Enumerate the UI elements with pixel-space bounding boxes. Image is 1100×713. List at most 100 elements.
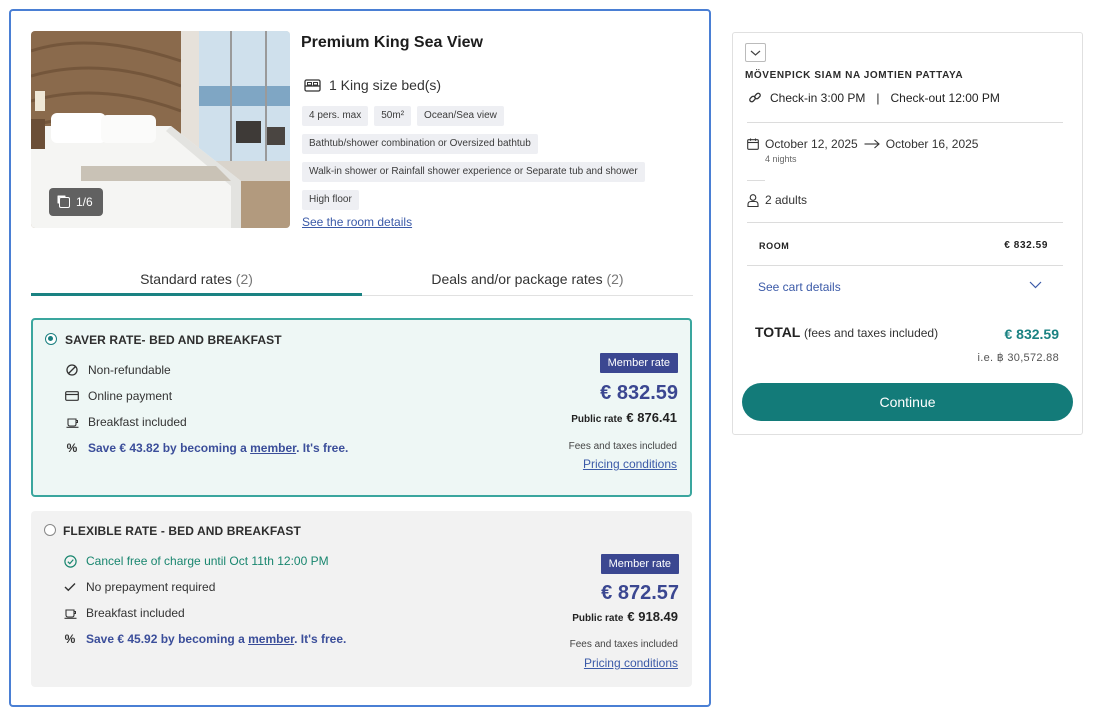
member-savings: % Save € 43.82 by becoming a member. It'… xyxy=(65,441,349,455)
amenity-tag: Walk-in shower or Rainfall shower experi… xyxy=(302,162,645,182)
amenity-tag: 50m² xyxy=(374,106,412,126)
savings-suffix: . It's free. xyxy=(294,632,347,646)
tab-label: Deals and/or package rates xyxy=(431,271,603,287)
member-link[interactable]: member xyxy=(250,441,296,455)
date-to: October 16, 2025 xyxy=(885,137,979,151)
time-separator: | xyxy=(876,91,880,105)
rate-feature: No prepayment required xyxy=(63,580,215,594)
rate-name: FLEXIBLE RATE - BED AND BREAKFAST xyxy=(63,524,301,538)
public-rate-price: € 876.41 xyxy=(626,410,677,425)
calendar-icon xyxy=(747,138,759,150)
member-link[interactable]: member xyxy=(248,632,294,646)
member-rate-badge: Member rate xyxy=(599,353,678,373)
continue-button[interactable]: Continue xyxy=(742,383,1073,421)
rate-radio[interactable] xyxy=(45,333,57,345)
total-label: TOTAL (fees and taxes included) xyxy=(755,324,938,340)
gallery-icon xyxy=(59,196,70,208)
adults-label: 2 adults xyxy=(765,193,808,207)
percent-icon: % xyxy=(64,632,76,646)
breakfast-icon xyxy=(65,415,79,429)
total-local-currency: i.e. ฿ 30,572.88 xyxy=(977,352,1059,364)
public-rate: Public rate € 876.41 xyxy=(571,410,677,425)
total-note: (fees and taxes included) xyxy=(804,326,939,340)
rate-name: SAVER RATE- BED AND BREAKFAST xyxy=(65,333,282,347)
rate-feature: Breakfast included xyxy=(63,606,185,620)
amenity-tag: Bathtub/shower combination or Oversized … xyxy=(302,134,538,154)
savings-suffix: . It's free. xyxy=(296,441,349,455)
link-icon xyxy=(749,92,761,103)
guest-count[interactable]: 2 adults xyxy=(747,193,807,207)
public-rate-label: Public rate xyxy=(572,613,624,624)
breakfast-icon xyxy=(63,606,77,620)
public-rate-label: Public rate xyxy=(571,414,623,425)
feature-text: No prepayment required xyxy=(86,580,216,594)
rate-feature: Online payment xyxy=(65,389,172,403)
arrow-right-icon xyxy=(864,139,880,149)
member-rate-badge: Member rate xyxy=(600,554,679,574)
checkout-time: Check-out 12:00 PM xyxy=(890,91,1000,105)
fees-note: Fees and taxes included xyxy=(568,441,677,452)
savings-prefix: Save € 43.82 by becoming a xyxy=(88,441,251,455)
collapse-summary-button[interactable] xyxy=(745,43,766,62)
total-price: € 832.59 xyxy=(1004,326,1060,342)
chevron-down-icon xyxy=(750,50,761,56)
tab-standard-rates[interactable]: Standard rates (2) xyxy=(31,268,362,296)
room-amenity-tags: 4 pers. max 50m² Ocean/Sea view Bathtub/… xyxy=(302,106,652,210)
credit-card-icon xyxy=(65,389,79,403)
date-from: October 12, 2025 xyxy=(765,137,858,151)
rate-feature: Cancel free of charge until Oct 11th 12:… xyxy=(63,554,329,568)
pricing-conditions-link[interactable]: Pricing conditions xyxy=(584,656,678,670)
rate-feature: Breakfast included xyxy=(65,415,187,429)
savings-prefix: Save € 45.92 by becoming a xyxy=(86,632,249,646)
member-savings: % Save € 45.92 by becoming a member. It'… xyxy=(63,632,347,646)
divider xyxy=(747,122,1063,123)
no-entry-icon xyxy=(65,363,79,377)
room-title: Premium King Sea View xyxy=(301,34,483,51)
rate-option-flexible[interactable]: FLEXIBLE RATE - BED AND BREAKFAST Cancel… xyxy=(31,511,692,687)
tab-label: Standard rates xyxy=(140,271,232,287)
person-icon xyxy=(747,193,759,207)
bed-icon xyxy=(304,78,321,92)
room-details-link[interactable]: See the room details xyxy=(302,215,412,229)
feature-text: Breakfast included xyxy=(86,606,185,620)
divider xyxy=(747,180,765,181)
room-photo[interactable]: 1/6 xyxy=(31,31,290,228)
rate-radio[interactable] xyxy=(44,524,56,536)
member-price: € 832.59 xyxy=(600,382,678,404)
pricing-conditions-link[interactable]: Pricing conditions xyxy=(583,457,677,471)
room-card: 1/6 Premium King Sea View 1 King size be… xyxy=(9,9,711,707)
feature-text: Breakfast included xyxy=(88,415,187,429)
public-rate: Public rate € 918.49 xyxy=(572,609,678,624)
tab-deals-package-rates[interactable]: Deals and/or package rates (2) xyxy=(362,268,693,295)
rate-tabs: Standard rates (2) Deals and/or package … xyxy=(31,268,693,296)
divider xyxy=(747,222,1063,223)
hotel-name: MÖVENPICK SIAM NA JOMTIEN PATTAYA xyxy=(745,70,964,81)
amenity-tag: Ocean/Sea view xyxy=(417,106,504,126)
savings-text: Save € 43.82 by becoming a member. It's … xyxy=(88,441,348,455)
feature-text: Online payment xyxy=(88,389,173,403)
rate-feature: Non-refundable xyxy=(65,363,171,377)
amenity-tag: 4 pers. max xyxy=(302,106,369,126)
chevron-down-icon[interactable] xyxy=(1029,281,1042,289)
stay-dates[interactable]: October 12, 2025 October 16, 2025 xyxy=(747,137,978,151)
percent-icon: % xyxy=(66,441,78,455)
feature-text: Non-refundable xyxy=(88,363,171,377)
total-label-text: TOTAL xyxy=(755,324,801,340)
photo-counter[interactable]: 1/6 xyxy=(49,188,103,216)
checkin-checkout-times: Check-in 3:00 PM | Check-out 12:00 PM xyxy=(748,91,1000,105)
rate-option-saver[interactable]: SAVER RATE- BED AND BREAKFAST Non-refund… xyxy=(31,318,692,497)
checkin-time: Check-in 3:00 PM xyxy=(770,91,866,105)
bed-info: 1 King size bed(s) xyxy=(304,77,441,93)
room-line-label: ROOM xyxy=(759,241,790,251)
room-line-price: € 832.59 xyxy=(1004,240,1048,251)
photo-counter-text: 1/6 xyxy=(76,195,93,209)
check-icon xyxy=(63,580,77,594)
divider xyxy=(747,265,1063,266)
public-rate-price: € 918.49 xyxy=(627,609,678,624)
amenity-tag: High floor xyxy=(302,190,359,210)
check-circle-icon xyxy=(63,554,77,568)
cart-details-link[interactable]: See cart details xyxy=(758,280,841,294)
nights-count: 4 nights xyxy=(765,154,797,164)
tab-count: (2) xyxy=(606,271,624,287)
booking-summary: MÖVENPICK SIAM NA JOMTIEN PATTAYA Check-… xyxy=(732,32,1083,435)
